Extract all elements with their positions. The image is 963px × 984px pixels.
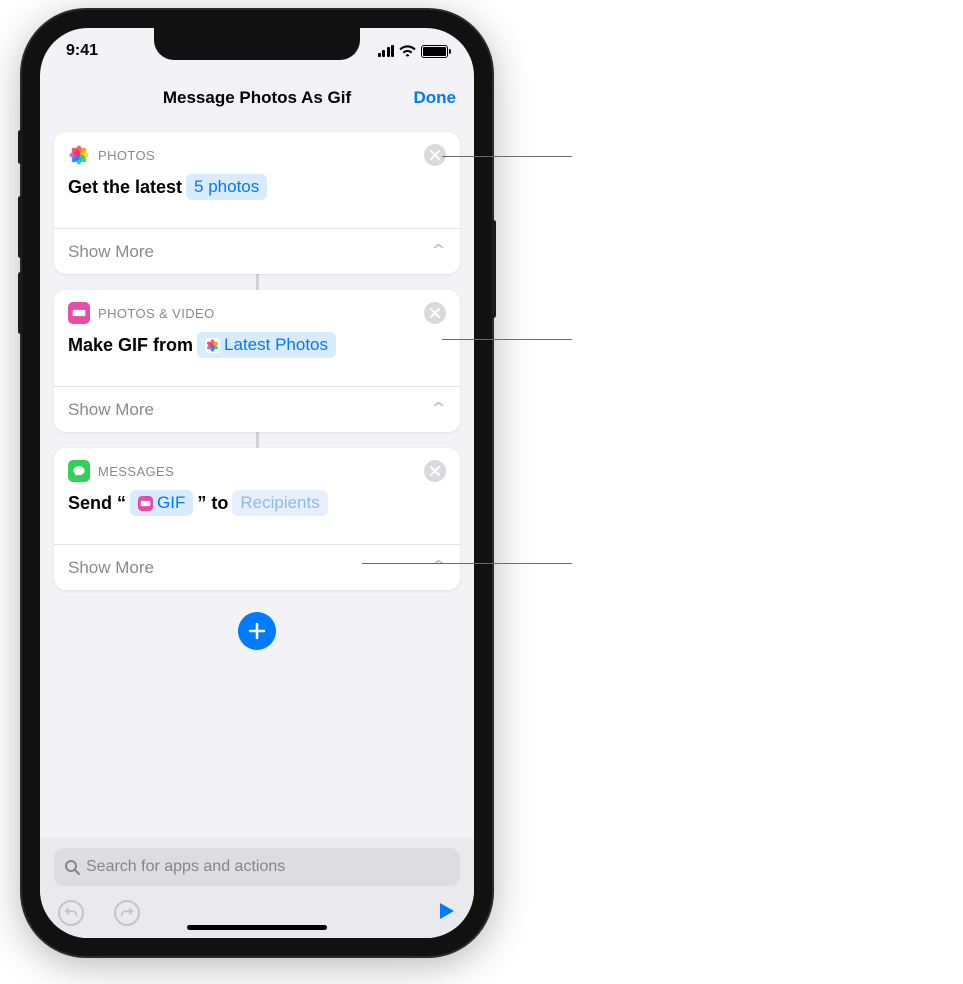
show-more-label: Show More xyxy=(68,558,154,578)
search-input[interactable]: Search for apps and actions xyxy=(54,848,460,886)
action-card-send-message[interactable]: MESSAGES Send “ GIF ” to Recipients xyxy=(54,448,460,590)
cellular-icon xyxy=(378,45,395,57)
show-more-button[interactable]: Show More ⌃ xyxy=(54,544,460,590)
bottom-panel: Search for apps and actions xyxy=(40,838,474,938)
photos-video-small-icon xyxy=(138,496,153,511)
action-body: Get the latest 5 photos xyxy=(54,168,460,214)
mute-switch[interactable] xyxy=(18,130,23,164)
action-app-label: MESSAGES xyxy=(98,464,174,479)
action-text: Make GIF from xyxy=(68,333,193,357)
plus-icon xyxy=(248,622,266,640)
close-icon xyxy=(430,466,440,476)
show-more-button[interactable]: Show More ⌃ xyxy=(54,386,460,432)
action-text: ” to xyxy=(197,491,228,515)
show-more-label: Show More xyxy=(68,400,154,420)
undo-icon xyxy=(64,906,78,920)
redo-button[interactable] xyxy=(114,900,140,926)
action-app-label: PHOTOS & VIDEO xyxy=(98,306,215,321)
show-more-button[interactable]: Show More ⌃ xyxy=(54,228,460,274)
action-card-make-gif[interactable]: PHOTOS & VIDEO Make GIF from xyxy=(54,290,460,432)
action-card-photos[interactable]: PHOTOS Get the latest 5 photos Show More… xyxy=(54,132,460,274)
magic-variable-token[interactable]: Latest Photos xyxy=(197,332,336,358)
done-button[interactable]: Done xyxy=(414,88,457,108)
undo-button[interactable] xyxy=(58,900,84,926)
parameter-token[interactable]: 5 photos xyxy=(186,174,267,200)
home-indicator[interactable] xyxy=(187,925,327,930)
delete-action-button[interactable] xyxy=(424,460,446,482)
run-button[interactable] xyxy=(436,901,456,926)
callout-leader-1 xyxy=(442,156,572,157)
play-icon xyxy=(436,901,456,921)
screen: 9:41 Message Photos As Gif Done xyxy=(40,28,474,938)
photos-video-app-icon xyxy=(68,302,90,324)
volume-up[interactable] xyxy=(18,196,23,258)
action-text: Send “ xyxy=(68,491,126,515)
close-icon xyxy=(430,308,440,318)
photos-small-icon xyxy=(205,338,220,353)
chevron-up-icon: ⌃ xyxy=(429,241,449,262)
delete-action-button[interactable] xyxy=(424,144,446,166)
volume-down[interactable] xyxy=(18,272,23,334)
phone-frame: 9:41 Message Photos As Gif Done xyxy=(22,10,492,956)
action-body: Make GIF from Lates xyxy=(54,326,460,372)
close-icon xyxy=(430,150,440,160)
recipients-token[interactable]: Recipients xyxy=(232,490,327,516)
action-text: Get the latest xyxy=(68,175,182,199)
status-right xyxy=(378,45,449,58)
callout-leader-2 xyxy=(442,339,572,340)
battery-icon xyxy=(421,45,448,58)
wifi-icon xyxy=(399,45,416,57)
delete-action-button[interactable] xyxy=(424,302,446,324)
search-icon xyxy=(64,859,80,875)
messages-app-icon xyxy=(68,460,90,482)
connector-line xyxy=(256,430,259,450)
status-time: 9:41 xyxy=(66,42,98,60)
navbar: Message Photos As Gif Done xyxy=(40,74,474,122)
redo-icon xyxy=(120,906,134,920)
toolbar xyxy=(54,900,460,926)
chevron-up-icon: ⌃ xyxy=(429,557,449,578)
callout-leader-3 xyxy=(362,563,572,564)
action-app-label: PHOTOS xyxy=(98,148,155,163)
token-text: GIF xyxy=(157,491,185,515)
photos-app-icon xyxy=(68,144,90,166)
power-button[interactable] xyxy=(491,220,496,318)
shortcut-editor: PHOTOS Get the latest 5 photos Show More… xyxy=(40,122,474,650)
notch xyxy=(154,28,360,60)
token-text: Latest Photos xyxy=(224,333,328,357)
add-action-button[interactable] xyxy=(238,612,276,650)
action-body: Send “ GIF ” to Recipients xyxy=(54,484,460,530)
show-more-label: Show More xyxy=(68,242,154,262)
search-placeholder: Search for apps and actions xyxy=(86,858,285,876)
page-title: Message Photos As Gif xyxy=(163,88,351,108)
chevron-up-icon: ⌃ xyxy=(429,399,449,420)
connector-line xyxy=(256,272,259,292)
magic-variable-token[interactable]: GIF xyxy=(130,490,193,516)
